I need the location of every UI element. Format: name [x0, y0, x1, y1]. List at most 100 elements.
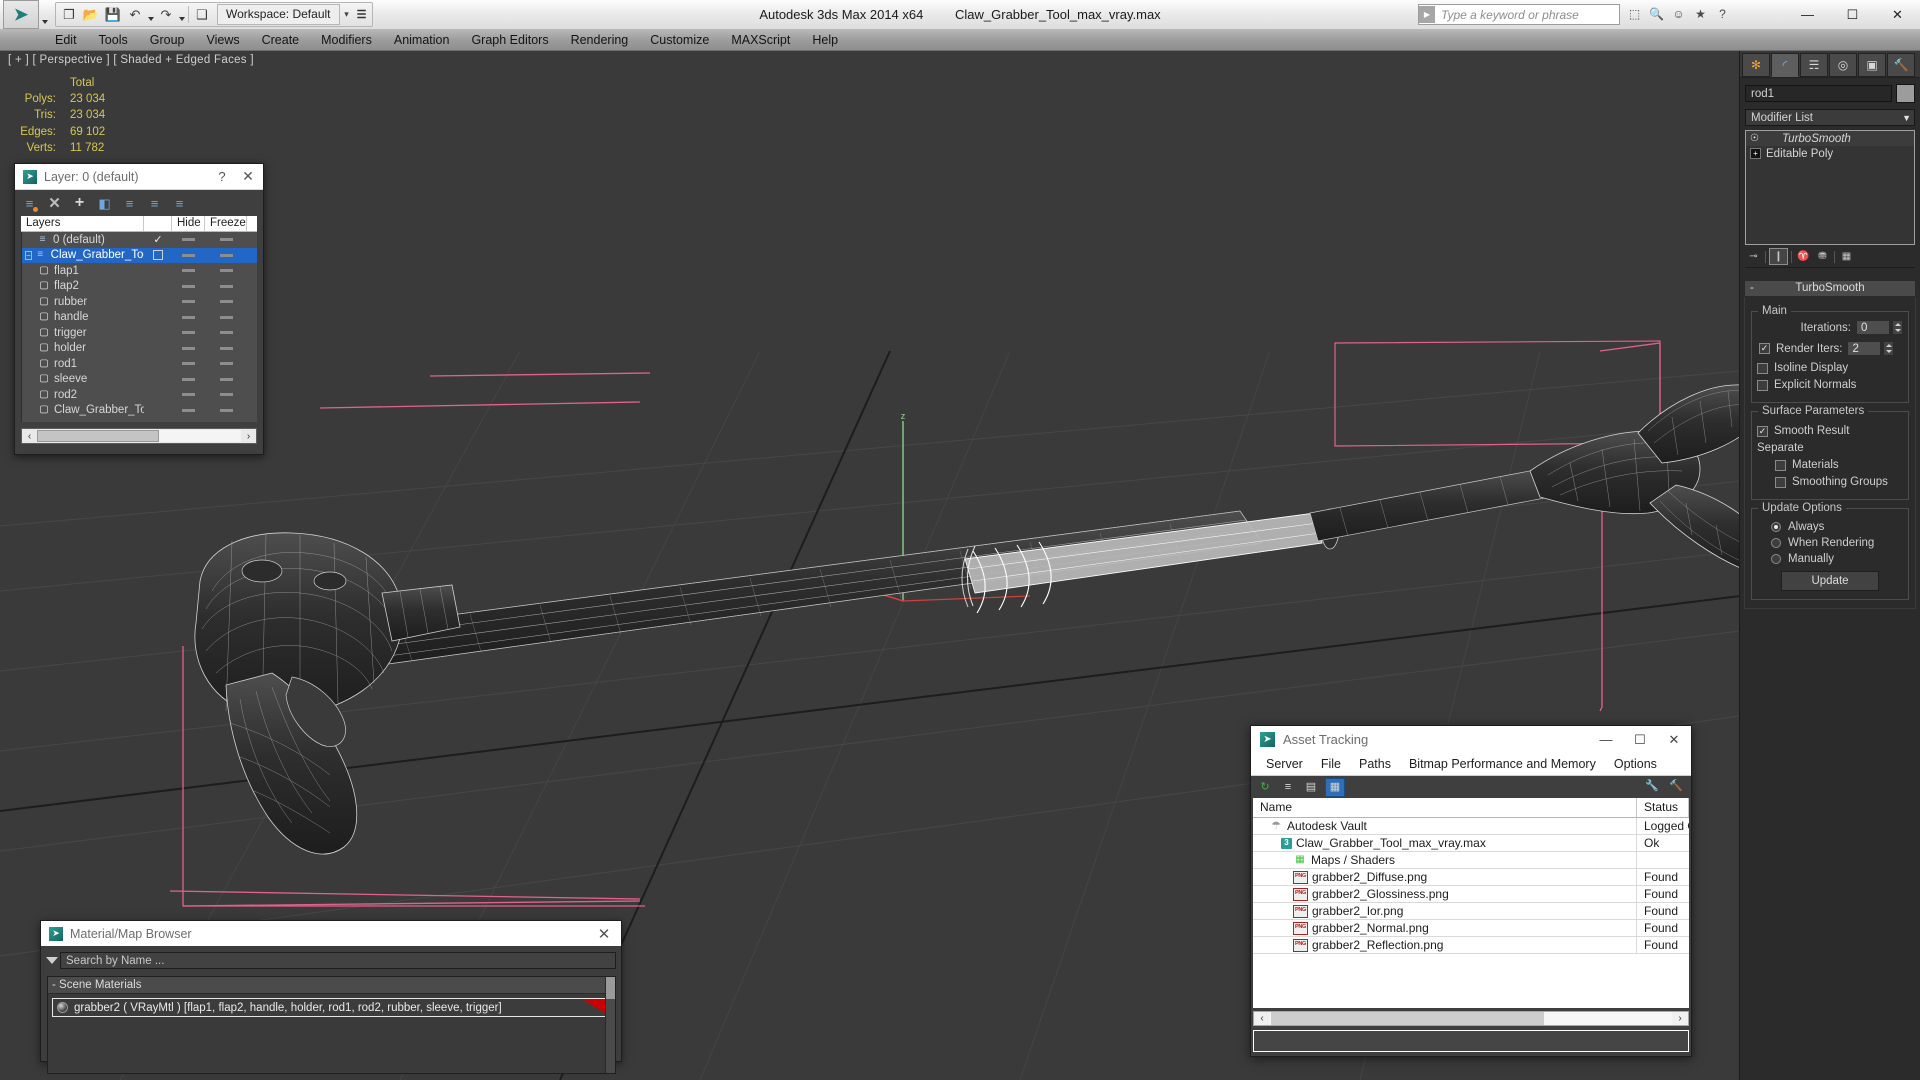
project-folder-icon[interactable]: ❑ — [191, 4, 213, 25]
menu-views[interactable]: Views — [195, 29, 250, 51]
add-selection-icon[interactable]: + — [70, 194, 89, 213]
menu-paths[interactable]: Paths — [1350, 753, 1400, 775]
rollout-header[interactable]: - TurboSmooth — [1744, 280, 1916, 297]
favorites-star-icon[interactable]: ★ — [1691, 4, 1710, 23]
scrollbar-track[interactable] — [37, 430, 241, 442]
layer-list[interactable]: ≡ 0 (default) ✓ − ≡ Claw_Grabber_Tool ▢ flap… — [21, 232, 257, 422]
open-file-icon[interactable]: 📂 — [80, 4, 102, 25]
isoline-display-row[interactable]: Isoline Display — [1757, 362, 1903, 374]
undo-icon[interactable]: ↶ — [124, 4, 146, 25]
undo-dropdown-caret[interactable] — [146, 4, 155, 25]
search-input[interactable]: ▶ Type a keyword or phrase — [1418, 4, 1620, 25]
layer-row-0-default[interactable]: ≡ 0 (default) ✓ — [22, 232, 257, 248]
object-name-field[interactable]: rod1 — [1745, 85, 1892, 102]
menu-maxscript[interactable]: MAXScript — [720, 29, 801, 51]
menu-options[interactable]: Options — [1605, 753, 1666, 775]
modify-tab[interactable]: ◜ — [1771, 53, 1799, 77]
minimize-button[interactable]: — — [1785, 0, 1830, 29]
layer-row-claw-grabber-tool[interactable]: − ≡ Claw_Grabber_Tool — [22, 247, 257, 263]
collapse-icon[interactable]: − — [25, 250, 32, 260]
asset-row-maps-shaders[interactable]: ▦ Maps / Shaders — [1253, 852, 1689, 869]
asset-row-diffuse-png[interactable]: PNG grabber2_Diffuse.png Found — [1253, 869, 1689, 886]
asset-row-normal-png[interactable]: PNG grabber2_Normal.png Found — [1253, 920, 1689, 937]
hide-toggle[interactable] — [182, 284, 195, 288]
separate-smoothing-groups-row[interactable]: Smoothing Groups — [1775, 476, 1903, 488]
object-color-swatch[interactable] — [1896, 84, 1915, 103]
explicit-normals-row[interactable]: Explicit Normals — [1757, 379, 1903, 391]
highlight-selected-objects-icon[interactable]: ≡ — [145, 194, 164, 213]
hide-toggle[interactable] — [182, 269, 195, 273]
plus-box-icon[interactable]: + — [1750, 148, 1761, 159]
update-always-radio[interactable] — [1771, 522, 1781, 532]
scroll-right-icon[interactable]: › — [1672, 1013, 1688, 1024]
viewport-label[interactable]: [ + ] [ Perspective ] [ Shaded + Edged F… — [8, 54, 254, 66]
layer-row-handle[interactable]: ▢ handle — [22, 310, 257, 326]
freeze-toggle[interactable] — [219, 362, 233, 366]
refresh-icon[interactable]: ↻ — [1256, 779, 1274, 796]
hide-toggle[interactable] — [182, 331, 195, 335]
hide-toggle[interactable] — [182, 253, 195, 257]
layer-row-trigger[interactable]: ▢ trigger — [22, 325, 257, 341]
update-always-row[interactable]: Always — [1771, 521, 1903, 533]
layer-select-check[interactable]: ✓ — [153, 233, 162, 246]
layer-select-checkbox[interactable] — [153, 250, 163, 261]
material-list[interactable]: - Scene Materials grabber2 ( VRayMtl ) [… — [47, 976, 616, 1074]
menu-rendering[interactable]: Rendering — [560, 29, 640, 51]
hide-toggle[interactable] — [182, 300, 195, 304]
freeze-toggle[interactable] — [219, 346, 233, 350]
workspace-dropdown-caret[interactable]: ▾ — [340, 9, 354, 20]
layer-row-sleeve[interactable]: ▢ sleeve — [22, 372, 257, 388]
save-file-icon[interactable]: 💾 — [102, 4, 124, 25]
layer-row-flap2[interactable]: ▢ flap2 — [22, 279, 257, 295]
asset-list[interactable]: ☂ Autodesk Vault Logged Ou 3 Claw_Grabber_… — [1253, 818, 1689, 1008]
scroll-left-icon[interactable]: ‹ — [1254, 1013, 1270, 1024]
update-manually-radio[interactable] — [1771, 554, 1781, 564]
scroll-left-icon[interactable]: ‹ — [22, 431, 37, 442]
new-file-icon[interactable]: ❐ — [58, 4, 80, 25]
motion-tab[interactable]: ◎ — [1829, 53, 1857, 77]
redo-icon[interactable]: ↷ — [155, 4, 177, 25]
layer-row-holder[interactable]: ▢ holder — [22, 341, 257, 357]
freeze-toggle[interactable] — [219, 331, 233, 335]
smooth-result-row[interactable]: ✓ Smooth Result — [1757, 425, 1903, 437]
render-iters-checkbox[interactable]: ✓ — [1759, 343, 1770, 354]
freeze-toggle[interactable] — [219, 238, 233, 242]
detail-view-icon[interactable]: ▤ — [1302, 779, 1320, 796]
scrollbar-track[interactable] — [1270, 1012, 1672, 1025]
make-unique-icon[interactable]: ♈ — [1795, 249, 1812, 264]
layer-row-flap1[interactable]: ▢ flap1 — [22, 263, 257, 279]
select-objects-in-layer-icon[interactable]: ◧ — [95, 194, 114, 213]
menu-graph-editors[interactable]: Graph Editors — [460, 29, 559, 51]
hide-toggle[interactable] — [182, 393, 195, 397]
close-button[interactable]: ✕ — [1875, 0, 1920, 29]
freeze-toggle[interactable] — [219, 377, 233, 381]
layer-list-horizontal-scrollbar[interactable]: ‹ › — [21, 428, 257, 444]
menu-bitmap-performance-and-memory[interactable]: Bitmap Performance and Memory — [1400, 753, 1605, 775]
menu-file[interactable]: File — [1312, 753, 1350, 775]
modifier-stack-item-editable-poly[interactable]: + Editable Poly — [1746, 146, 1914, 161]
filter-dropdown-icon[interactable] — [44, 956, 60, 964]
column-header-select[interactable] — [144, 216, 172, 231]
freeze-toggle[interactable] — [219, 315, 233, 319]
app-menu-caret[interactable] — [39, 1, 50, 28]
hide-unhide-icon[interactable]: ≡ — [170, 194, 189, 213]
menu-modifiers[interactable]: Modifiers — [310, 29, 383, 51]
column-header-freeze[interactable]: Freeze — [205, 216, 247, 231]
hierarchy-tab[interactable]: ☴ — [1800, 53, 1828, 77]
render-iters-input[interactable]: 2 — [1847, 341, 1882, 356]
menu-animation[interactable]: Animation — [383, 29, 461, 51]
configure-sets-icon[interactable]: ▦ — [1838, 249, 1855, 264]
material-search-input[interactable]: Search by Name ... — [60, 951, 616, 969]
update-button[interactable]: Update — [1781, 571, 1879, 591]
show-end-result-icon[interactable]: ❙ — [1769, 248, 1788, 265]
signin-icon[interactable]: ☺ — [1669, 4, 1688, 23]
modifier-stack-item-turbosmooth[interactable]: ☉ TurboSmooth — [1746, 131, 1914, 146]
list-view-icon[interactable]: ≡ — [1279, 779, 1297, 796]
column-header-layers[interactable]: Layers — [21, 216, 144, 231]
menu-help[interactable]: Help — [801, 29, 849, 51]
grid-view-icon[interactable]: ▦ — [1325, 777, 1345, 797]
column-header-hide[interactable]: Hide — [172, 216, 205, 231]
search-dropdown-icon[interactable]: ▶ — [1419, 6, 1435, 23]
asset-list-horizontal-scrollbar[interactable]: ‹ › — [1253, 1011, 1689, 1026]
asset-row-autodesk-vault[interactable]: ☂ Autodesk Vault Logged Ou — [1253, 818, 1689, 835]
